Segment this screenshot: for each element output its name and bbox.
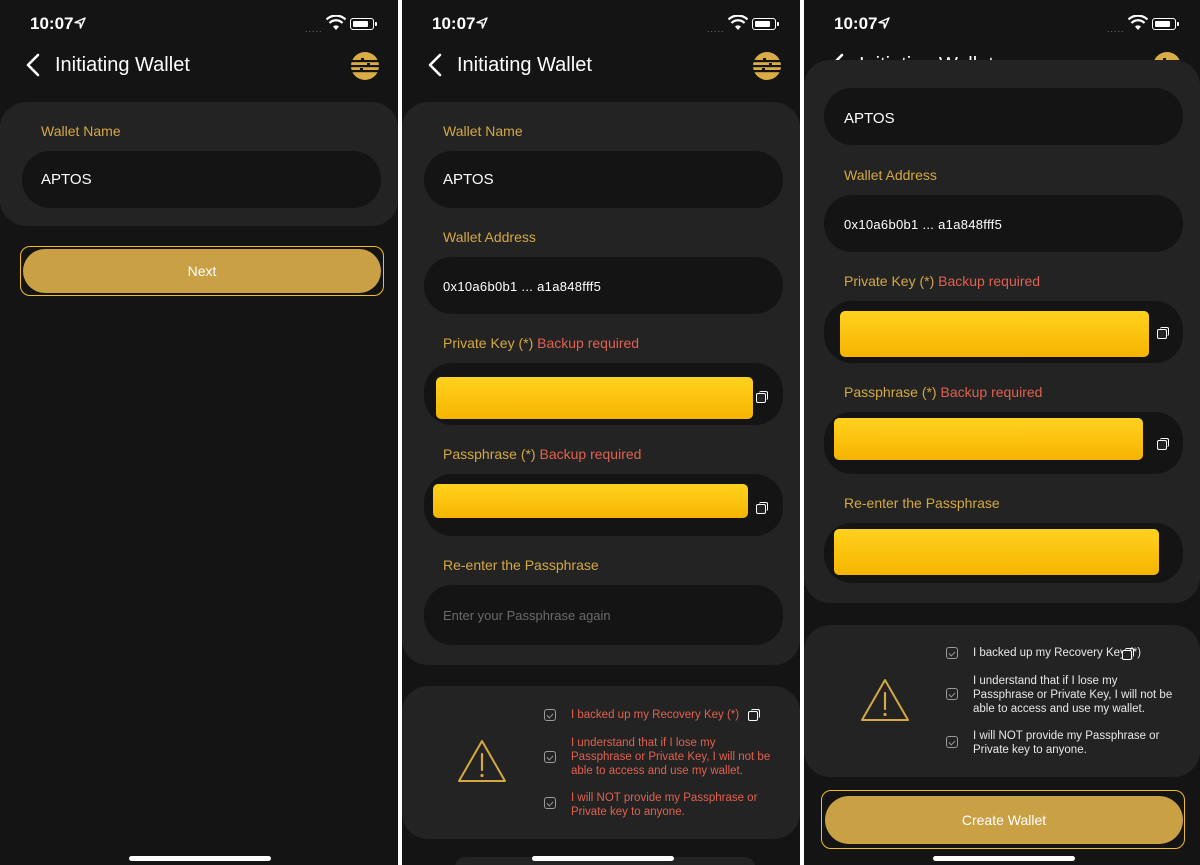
home-indicator (532, 856, 674, 861)
ack-backup-text: I backed up my Recovery Key (*) (973, 647, 1142, 659)
backup-checkbox-icon[interactable] (946, 647, 958, 659)
reenter-passphrase-input[interactable]: Enter your Passphrase again (424, 585, 783, 645)
backup-checkbox-icon[interactable] (544, 709, 556, 721)
wallet-name-value: APTOS (41, 171, 92, 188)
location-arrow-icon (476, 17, 488, 29)
battery-icon (752, 18, 779, 30)
page-title: Initiating Wallet (457, 54, 592, 76)
copy-icon[interactable] (1157, 438, 1169, 450)
ack-not-provide-text: I will NOT provide my Passphrase or Priv… (973, 730, 1160, 756)
warning-icon (458, 740, 506, 782)
not-provide-checkbox-icon[interactable] (544, 797, 556, 809)
signal-dots: ..... (1107, 24, 1125, 34)
status-time: 10:07 (834, 14, 878, 33)
wallet-name-input[interactable]: APTOS (424, 151, 783, 208)
copy-icon[interactable] (1157, 327, 1169, 339)
understand-checkbox-icon[interactable] (544, 751, 556, 763)
create-wallet-button[interactable]: Create Wallet (825, 796, 1183, 844)
wallet-address-label: Wallet Address (844, 167, 937, 183)
home-indicator (933, 856, 1075, 861)
wallet-name-card: Wallet Name APTOS (0, 102, 398, 226)
status-time: 10:07 (432, 14, 476, 33)
aptos-logo-icon[interactable] (350, 51, 380, 81)
warning-icon (861, 679, 909, 721)
wifi-icon (326, 15, 346, 30)
not-provide-checkbox-icon[interactable] (946, 736, 958, 748)
ack-not-provide-text: I will NOT provide my Passphrase or Priv… (571, 792, 758, 818)
aptos-logo-icon[interactable] (752, 51, 782, 81)
copy-icon[interactable] (756, 391, 768, 403)
wallet-name-label: Wallet Name (443, 123, 523, 139)
private-key-field (824, 301, 1183, 363)
wallet-address-label: Wallet Address (443, 229, 536, 245)
location-arrow-icon (878, 17, 890, 29)
passphrase-label: Passphrase (*) Backup required (443, 446, 642, 462)
backup-required-text: Backup required (938, 273, 1041, 289)
wifi-icon (728, 15, 748, 30)
backup-required-text: Backup required (940, 384, 1043, 400)
private-key-field (424, 363, 783, 425)
nav-bar: Initiating Wallet (402, 44, 800, 88)
battery-icon (1152, 18, 1179, 30)
next-button[interactable]: Next (23, 249, 381, 293)
private-key-label: Private Key (*) Backup required (844, 273, 1041, 289)
passphrase-field (824, 412, 1183, 474)
wallet-address-value: 0x10a6b0b1 ... a1a848fff5 (443, 279, 602, 294)
ack-backup-text: I backed up my Recovery Key (*) (571, 709, 740, 721)
screen-wallet-name: 10:07 ..... Initiating Wallet Wallet Nam… (0, 0, 398, 865)
wallet-name-input[interactable]: APTOS (22, 151, 381, 208)
wallet-address-value: 0x10a6b0b1 ... a1a848fff5 (844, 217, 1003, 232)
wallet-details-card-scrolled: APTOS Wallet Address 0x10a6b0b1 ... a1a8… (804, 60, 1200, 603)
passphrase-redaction (834, 418, 1143, 460)
location-arrow-icon (74, 17, 86, 29)
ack-understand-text: I understand that if I lose my Passphras… (973, 675, 1173, 715)
passphrase-redaction (433, 484, 748, 518)
wallet-name-value: APTOS (844, 110, 895, 127)
status-bar: 10:07 ..... (402, 0, 800, 44)
backup-required-text: Backup required (539, 446, 642, 462)
passphrase-field (424, 474, 783, 536)
reenter-passphrase-redaction (834, 529, 1159, 575)
wifi-icon (1128, 15, 1148, 30)
ack-understand-text: I understand that if I lose my Passphras… (571, 737, 771, 777)
status-bar: 10:07 ..... (0, 0, 398, 44)
status-bar: 10:07 ..... (804, 0, 1200, 44)
wallet-address-field: 0x10a6b0b1 ... a1a848fff5 (824, 195, 1183, 252)
passphrase-label: Passphrase (*) Backup required (844, 384, 1043, 400)
reenter-passphrase-input[interactable] (824, 523, 1183, 583)
page-title: Initiating Wallet (55, 54, 190, 76)
reenter-passphrase-label: Re-enter the Passphrase (844, 495, 1000, 511)
signal-dots: ..... (707, 24, 725, 34)
copy-icon[interactable] (748, 709, 760, 721)
screen-create-wallet: 10:07 ..... Initiating Wallet APTOS Wall… (804, 0, 1200, 865)
nav-bar: Initiating Wallet (0, 44, 398, 88)
backup-required-text: Backup required (537, 335, 640, 351)
reenter-placeholder: Enter your Passphrase again (443, 608, 611, 623)
wallet-details-card: Wallet Name APTOS Wallet Address 0x10a6b… (402, 102, 800, 665)
private-key-label: Private Key (*) Backup required (443, 335, 640, 351)
wallet-name-label: Wallet Name (41, 123, 121, 139)
battery-icon (350, 18, 377, 30)
private-key-redaction (436, 377, 753, 419)
wallet-name-value: APTOS (443, 171, 494, 188)
wallet-address-field: 0x10a6b0b1 ... a1a848fff5 (424, 257, 783, 314)
understand-checkbox-icon[interactable] (946, 688, 958, 700)
acknowledgement-card: I backed up my Recovery Key (*) I unders… (402, 686, 800, 839)
signal-dots: ..... (305, 24, 323, 34)
home-indicator (129, 856, 271, 861)
status-time: 10:07 (30, 14, 74, 33)
screen-wallet-details: 10:07 ..... Initiating Wallet Wallet Nam… (402, 0, 800, 865)
private-key-redaction (840, 311, 1149, 357)
copy-icon[interactable] (1122, 648, 1134, 660)
reenter-passphrase-label: Re-enter the Passphrase (443, 557, 599, 573)
back-chevron-icon[interactable] (424, 52, 448, 78)
back-chevron-icon[interactable] (22, 52, 46, 78)
wallet-name-input[interactable]: APTOS (824, 88, 1183, 145)
copy-icon[interactable] (756, 502, 768, 514)
acknowledgement-card: I backed up my Recovery Key (*) I unders… (804, 625, 1200, 777)
